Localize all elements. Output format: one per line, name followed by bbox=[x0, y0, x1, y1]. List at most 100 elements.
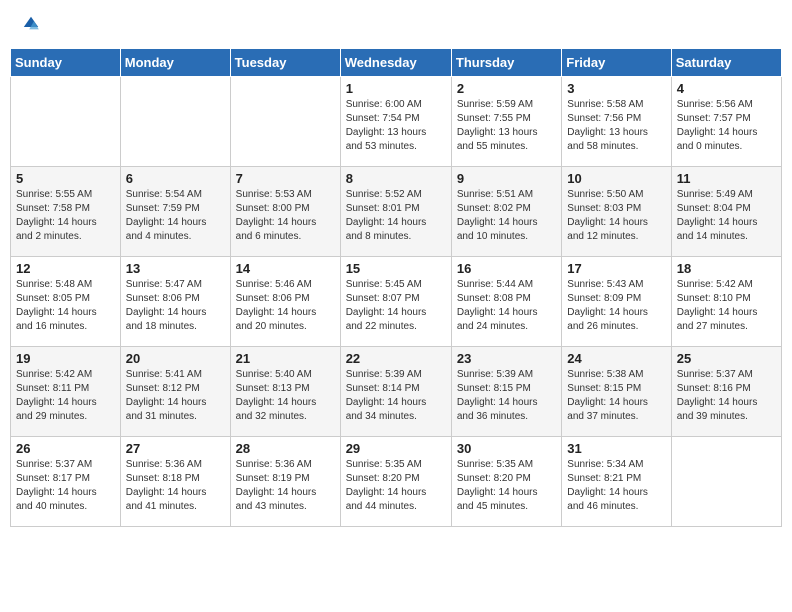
day-number: 9 bbox=[457, 171, 556, 186]
calendar-cell: 15 Sunrise: 5:45 AM Sunset: 8:07 PM Dayli… bbox=[340, 257, 451, 347]
day-info: Sunrise: 5:42 AM Sunset: 8:10 PM Dayligh… bbox=[677, 278, 776, 334]
calendar-cell: 3 Sunrise: 5:58 AM Sunset: 7:56 PM Daylig… bbox=[562, 77, 671, 167]
calendar-cell: 6 Sunrise: 5:54 AM Sunset: 7:59 PM Daylig… bbox=[120, 167, 230, 257]
calendar-day-header: Wednesday bbox=[340, 49, 451, 77]
day-number: 8 bbox=[346, 171, 446, 186]
calendar-cell: 26 Sunrise: 5:37 AM Sunset: 8:17 PM Dayli… bbox=[11, 437, 121, 527]
day-info: Sunrise: 5:43 AM Sunset: 8:09 PM Dayligh… bbox=[567, 278, 665, 334]
day-number: 19 bbox=[16, 351, 115, 366]
page-header bbox=[10, 10, 782, 38]
day-info: Sunrise: 5:46 AM Sunset: 8:06 PM Dayligh… bbox=[236, 278, 335, 334]
day-info: Sunrise: 5:52 AM Sunset: 8:01 PM Dayligh… bbox=[346, 188, 446, 244]
calendar-cell: 21 Sunrise: 5:40 AM Sunset: 8:13 PM Dayli… bbox=[230, 347, 340, 437]
day-info: Sunrise: 5:39 AM Sunset: 8:14 PM Dayligh… bbox=[346, 368, 446, 424]
day-number: 6 bbox=[126, 171, 225, 186]
calendar-day-header: Tuesday bbox=[230, 49, 340, 77]
calendar-cell: 27Sunrise: 5:36 AM Sunset: 8:18 PM Dayli… bbox=[120, 437, 230, 527]
calendar-cell: 2Sunrise: 5:59 AM Sunset: 7:55 PM Daylig… bbox=[451, 77, 561, 167]
calendar-cell: 28 Sunrise: 5:36 AM Sunset: 8:19 PM Dayli… bbox=[230, 437, 340, 527]
logo bbox=[20, 15, 40, 33]
calendar-cell: 17 Sunrise: 5:43 AM Sunset: 8:09 PM Dayli… bbox=[562, 257, 671, 347]
calendar-cell bbox=[11, 77, 121, 167]
calendar-cell: 11 Sunrise: 5:49 AM Sunset: 8:04 PM Dayli… bbox=[671, 167, 781, 257]
calendar-day-header: Sunday bbox=[11, 49, 121, 77]
day-number: 25 bbox=[677, 351, 776, 366]
calendar-week-row: 12 Sunrise: 5:48 AM Sunset: 8:05 PM Dayli… bbox=[11, 257, 782, 347]
day-number: 16 bbox=[457, 261, 556, 276]
calendar-cell: 24Sunrise: 5:38 AM Sunset: 8:15 PM Dayli… bbox=[562, 347, 671, 437]
day-info: Sunrise: 5:40 AM Sunset: 8:13 PM Dayligh… bbox=[236, 368, 335, 424]
calendar-cell: 23 Sunrise: 5:39 AM Sunset: 8:15 PM Dayli… bbox=[451, 347, 561, 437]
calendar-cell: 19 Sunrise: 5:42 AM Sunset: 8:11 PM Dayli… bbox=[11, 347, 121, 437]
day-info: Sunrise: 5:36 AM Sunset: 8:19 PM Dayligh… bbox=[236, 458, 335, 514]
day-number: 28 bbox=[236, 441, 335, 456]
day-number: 10 bbox=[567, 171, 665, 186]
day-info: Sunrise: 5:51 AM Sunset: 8:02 PM Dayligh… bbox=[457, 188, 556, 244]
day-info: Sunrise: 5:48 AM Sunset: 8:05 PM Dayligh… bbox=[16, 278, 115, 334]
calendar-cell: 16 Sunrise: 5:44 AM Sunset: 8:08 PM Dayli… bbox=[451, 257, 561, 347]
day-info: Sunrise: 5:53 AM Sunset: 8:00 PM Dayligh… bbox=[236, 188, 335, 244]
calendar-cell: 25 Sunrise: 5:37 AM Sunset: 8:16 PM Dayli… bbox=[671, 347, 781, 437]
day-number: 13 bbox=[126, 261, 225, 276]
calendar-week-row: 26 Sunrise: 5:37 AM Sunset: 8:17 PM Dayli… bbox=[11, 437, 782, 527]
day-number: 27 bbox=[126, 441, 225, 456]
day-number: 15 bbox=[346, 261, 446, 276]
day-number: 21 bbox=[236, 351, 335, 366]
calendar-cell: 9 Sunrise: 5:51 AM Sunset: 8:02 PM Daylig… bbox=[451, 167, 561, 257]
day-number: 29 bbox=[346, 441, 446, 456]
day-info: Sunrise: 5:45 AM Sunset: 8:07 PM Dayligh… bbox=[346, 278, 446, 334]
calendar-cell bbox=[230, 77, 340, 167]
day-number: 1 bbox=[346, 81, 446, 96]
calendar-cell: 5 Sunrise: 5:55 AM Sunset: 7:58 PM Daylig… bbox=[11, 167, 121, 257]
logo-icon bbox=[22, 15, 40, 33]
day-number: 23 bbox=[457, 351, 556, 366]
day-number: 11 bbox=[677, 171, 776, 186]
calendar-cell: 10 Sunrise: 5:50 AM Sunset: 8:03 PM Dayli… bbox=[562, 167, 671, 257]
day-number: 3 bbox=[567, 81, 665, 96]
calendar-cell: 14 Sunrise: 5:46 AM Sunset: 8:06 PM Dayli… bbox=[230, 257, 340, 347]
calendar-cell: 31 Sunrise: 5:34 AM Sunset: 8:21 PM Dayli… bbox=[562, 437, 671, 527]
calendar-cell: 18 Sunrise: 5:42 AM Sunset: 8:10 PM Dayli… bbox=[671, 257, 781, 347]
day-info: Sunrise: 5:35 AM Sunset: 8:20 PM Dayligh… bbox=[457, 458, 556, 514]
day-number: 20 bbox=[126, 351, 225, 366]
day-number: 14 bbox=[236, 261, 335, 276]
day-number: 30 bbox=[457, 441, 556, 456]
day-info: Sunrise: 5:39 AM Sunset: 8:15 PM Dayligh… bbox=[457, 368, 556, 424]
day-info: Sunrise: 5:37 AM Sunset: 8:16 PM Dayligh… bbox=[677, 368, 776, 424]
day-info: Sunrise: 5:44 AM Sunset: 8:08 PM Dayligh… bbox=[457, 278, 556, 334]
calendar-week-row: 5 Sunrise: 5:55 AM Sunset: 7:58 PM Daylig… bbox=[11, 167, 782, 257]
day-info: Sunrise: 5:47 AM Sunset: 8:06 PM Dayligh… bbox=[126, 278, 225, 334]
day-number: 12 bbox=[16, 261, 115, 276]
day-number: 5 bbox=[16, 171, 115, 186]
day-info: Sunrise: 5:37 AM Sunset: 8:17 PM Dayligh… bbox=[16, 458, 115, 514]
day-info: Sunrise: 5:58 AM Sunset: 7:56 PM Dayligh… bbox=[567, 98, 665, 154]
day-info: Sunrise: 5:55 AM Sunset: 7:58 PM Dayligh… bbox=[16, 188, 115, 244]
day-number: 7 bbox=[236, 171, 335, 186]
calendar-cell: 12 Sunrise: 5:48 AM Sunset: 8:05 PM Dayli… bbox=[11, 257, 121, 347]
calendar-cell: 7 Sunrise: 5:53 AM Sunset: 8:00 PM Daylig… bbox=[230, 167, 340, 257]
day-info: Sunrise: 5:54 AM Sunset: 7:59 PM Dayligh… bbox=[126, 188, 225, 244]
calendar-week-row: 1 Sunrise: 6:00 AM Sunset: 7:54 PM Daylig… bbox=[11, 77, 782, 167]
day-info: Sunrise: 6:00 AM Sunset: 7:54 PM Dayligh… bbox=[346, 98, 446, 154]
calendar-cell: 8 Sunrise: 5:52 AM Sunset: 8:01 PM Daylig… bbox=[340, 167, 451, 257]
calendar-cell bbox=[671, 437, 781, 527]
calendar-day-header: Saturday bbox=[671, 49, 781, 77]
day-number: 18 bbox=[677, 261, 776, 276]
calendar-cell: 29Sunrise: 5:35 AM Sunset: 8:20 PM Dayli… bbox=[340, 437, 451, 527]
day-info: Sunrise: 5:41 AM Sunset: 8:12 PM Dayligh… bbox=[126, 368, 225, 424]
day-info: Sunrise: 5:49 AM Sunset: 8:04 PM Dayligh… bbox=[677, 188, 776, 244]
calendar-cell: 1 Sunrise: 6:00 AM Sunset: 7:54 PM Daylig… bbox=[340, 77, 451, 167]
day-info: Sunrise: 5:56 AM Sunset: 7:57 PM Dayligh… bbox=[677, 98, 776, 154]
day-number: 31 bbox=[567, 441, 665, 456]
day-info: Sunrise: 5:38 AM Sunset: 8:15 PM Dayligh… bbox=[567, 368, 665, 424]
day-number: 17 bbox=[567, 261, 665, 276]
day-info: Sunrise: 5:42 AM Sunset: 8:11 PM Dayligh… bbox=[16, 368, 115, 424]
day-number: 4 bbox=[677, 81, 776, 96]
day-info: Sunrise: 5:34 AM Sunset: 8:21 PM Dayligh… bbox=[567, 458, 665, 514]
calendar-cell: 20 Sunrise: 5:41 AM Sunset: 8:12 PM Dayli… bbox=[120, 347, 230, 437]
day-number: 22 bbox=[346, 351, 446, 366]
day-number: 26 bbox=[16, 441, 115, 456]
calendar-header-row: SundayMondayTuesdayWednesdayThursdayFrid… bbox=[11, 49, 782, 77]
calendar-day-header: Monday bbox=[120, 49, 230, 77]
day-info: Sunrise: 5:50 AM Sunset: 8:03 PM Dayligh… bbox=[567, 188, 665, 244]
